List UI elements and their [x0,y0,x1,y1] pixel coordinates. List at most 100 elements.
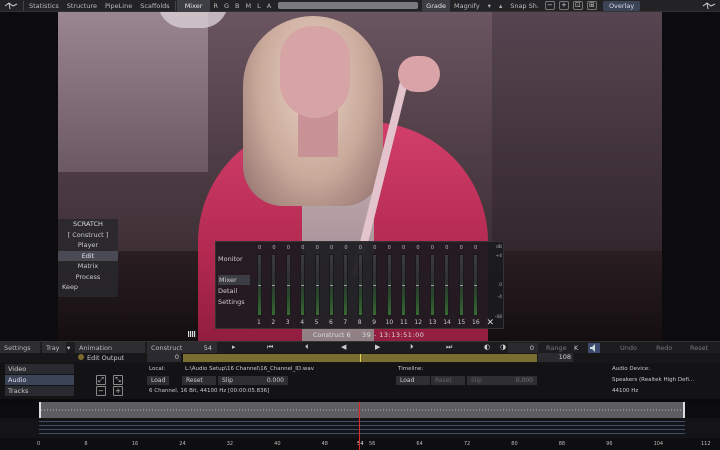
overlay-button[interactable]: Overlay [602,0,641,11]
channel-gain-8[interactable]: 0 [359,245,362,251]
channel-meter-16[interactable] [473,254,478,316]
channel-meter-8[interactable] [357,254,363,316]
frame-step-icon[interactable]: ▸ [232,343,236,351]
local-load-button[interactable]: Load [147,376,170,385]
menu-statistics[interactable]: Statistics [25,0,63,12]
channel-gain-5[interactable]: 0 [316,245,319,251]
channel-b[interactable]: B [232,0,242,12]
channel-gain-16[interactable]: 0 [474,245,477,251]
scratch-item-edit[interactable]: Edit [58,250,118,261]
channel-a[interactable]: A [264,0,274,12]
play-reverse-icon[interactable]: ◀ [341,343,346,351]
exposure-slider[interactable] [278,2,419,9]
playhead[interactable] [359,402,360,450]
timeline-reset-button[interactable]: Reset [431,376,465,385]
channel-gain-1[interactable]: 0 [258,245,261,251]
tab-tracks[interactable]: Tracks [5,386,74,396]
channel-gain-15[interactable]: 0 [460,245,463,251]
remove-track-icon[interactable]: − [96,386,106,396]
local-slip-button[interactable]: Slip [218,376,248,385]
channel-meter-3[interactable] [285,254,291,316]
channel-meter-7[interactable] [343,254,349,316]
loop-end-icon[interactable]: ◑ [500,343,506,351]
scratch-keep[interactable]: Keep [58,282,118,293]
edit-output-end[interactable]: 108 [538,353,573,362]
mixer-monitor[interactable]: Monitor [218,254,243,264]
channel-meter-5[interactable] [314,254,320,316]
menu-mixer[interactable]: Mixer [176,0,211,12]
channel-gain-3[interactable]: 0 [287,245,290,251]
mixer-tab-detail[interactable]: Detail [218,286,237,296]
app-logo-right-icon[interactable] [698,0,720,12]
channel-meter-1[interactable] [257,254,262,316]
zoom-in-icon[interactable]: + [558,1,569,10]
scratch-item-matrix[interactable]: Matrix [58,261,118,272]
channel-meter-12[interactable] [415,254,421,316]
menu-snapshot[interactable]: Snap Sh. [506,0,543,12]
channel-meter-15[interactable] [458,254,464,316]
prev-frame-icon[interactable]: ⏴ [305,343,309,352]
channel-gain-6[interactable]: 0 [330,245,333,251]
local-reset-button[interactable]: Reset [182,376,216,385]
timeline-load-button[interactable]: Load [396,376,430,385]
edit-output-start[interactable]: 0 [147,353,181,362]
frame-number[interactable]: 54 [188,343,216,353]
scratch-item-player[interactable]: Player [58,240,118,251]
edit-output-bar[interactable] [183,354,537,362]
mixer-tab-settings[interactable]: Settings [218,297,245,307]
channel-gain-13[interactable]: 0 [431,245,434,251]
channel-gain-4[interactable]: 0 [301,245,304,251]
tab-audio[interactable]: Audio [5,375,74,385]
channel-gain-10[interactable]: 0 [388,245,391,251]
channel-meter-13[interactable] [429,254,435,316]
channel-g[interactable]: G [221,0,232,12]
channel-meter-6[interactable] [329,254,334,316]
zoom-out-icon[interactable]: − [544,1,555,10]
go-to-end-icon[interactable]: ⏭ [446,343,452,352]
scratch-item-construct[interactable]: [ Construct ] [58,230,118,241]
menu-grade[interactable]: Grade [422,0,450,12]
menu-scaffolds[interactable]: Scaffolds [136,0,173,12]
add-track-icon[interactable]: + [113,386,123,396]
tab-video[interactable]: Video [5,364,74,374]
channel-meter-10[interactable] [386,254,392,316]
channel-r[interactable]: R [210,0,221,12]
menu-pipeline[interactable]: PipeLine [101,0,136,12]
app-logo-icon[interactable] [0,0,22,12]
channel-gain-7[interactable]: 0 [344,245,347,251]
magnify-dropdown-icon[interactable]: ▾ [484,0,495,12]
timeline-ruler[interactable]: 0 8 16 24 32 40 48 54 56 64 72 80 88 96 104 112 [0,438,720,450]
scratch-item-process[interactable]: Process [58,272,118,283]
channel-gain-2[interactable]: 0 [272,245,275,251]
channel-gain-9[interactable]: 0 [373,245,376,251]
menu-magnify[interactable]: Magnify [450,0,484,12]
play-icon[interactable]: ▶ [375,343,380,351]
mixer-close-icon[interactable]: ✕ [486,318,494,328]
channel-meter-14[interactable] [444,254,450,316]
menu-structure[interactable]: Structure [63,0,101,12]
channel-meter-11[interactable] [401,254,406,316]
expand-icon[interactable]: ⤢ [96,375,106,385]
channel-gain-14[interactable]: 0 [445,245,448,251]
channel-meter-4[interactable] [300,254,306,316]
local-slip-field[interactable]: 0.000 [248,376,288,385]
channel-gain-12[interactable]: 0 [416,245,419,251]
timeline-slip-button[interactable]: Slip [467,376,497,385]
in-point-field[interactable]: 0 [508,343,538,353]
snap-up-icon[interactable]: ▴ [495,0,506,12]
fit-view-icon[interactable]: ⊡ [572,1,583,10]
channel-gain-11[interactable]: 0 [402,245,405,251]
audio-track-clip[interactable] [39,402,685,418]
volume-icon[interactable] [588,343,600,353]
audio-device-name[interactable]: Speakers (Realtek High Defi... [612,377,694,383]
edit-output-cursor[interactable] [360,354,361,362]
fullscreen-icon[interactable]: ⊞ [586,1,597,10]
next-frame-icon[interactable]: ⏵ [410,343,414,352]
collapse-icon[interactable]: ⤡ [113,375,123,385]
mixer-tab-mixer[interactable]: Mixer [218,275,250,285]
loop-icon[interactable]: ◐ [484,343,490,351]
channel-meter-2[interactable] [271,254,277,316]
channel-meter-9[interactable] [372,254,378,316]
timeline-slip-field[interactable]: 0.000 [497,376,537,385]
channel-l[interactable]: L [254,0,264,12]
